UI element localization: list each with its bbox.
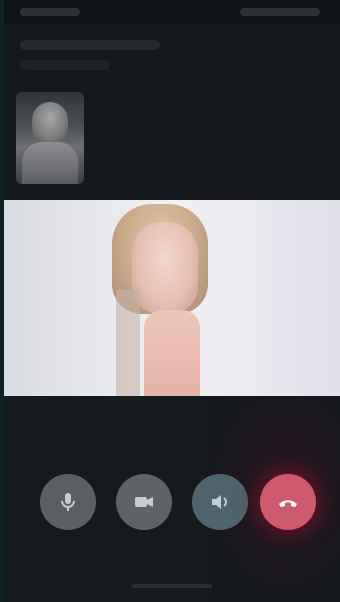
microphone-icon — [61, 493, 75, 511]
end-call-icon — [279, 500, 297, 507]
remote-video[interactable] — [4, 200, 340, 396]
self-video-preview[interactable] — [16, 92, 84, 184]
status-bar-placeholder — [20, 8, 80, 16]
status-bar — [4, 0, 340, 24]
home-indicator[interactable] — [132, 584, 212, 588]
status-bar-placeholder — [240, 8, 320, 16]
end-call-button[interactable] — [260, 474, 316, 530]
speaker-button[interactable] — [192, 474, 248, 530]
mute-button[interactable] — [40, 474, 96, 530]
remote-person-shadow — [116, 290, 140, 396]
self-video-person-body — [22, 142, 78, 184]
call-header — [4, 24, 340, 88]
remote-person-neck — [144, 310, 200, 396]
caller-info-placeholder — [20, 40, 160, 50]
call-status-placeholder — [20, 60, 110, 70]
video-call-screen — [0, 0, 340, 602]
video-camera-icon — [135, 497, 153, 507]
self-video-person — [32, 102, 68, 142]
remote-person-face — [132, 222, 198, 314]
camera-toggle-button[interactable] — [116, 474, 172, 530]
speaker-icon — [212, 495, 227, 509]
